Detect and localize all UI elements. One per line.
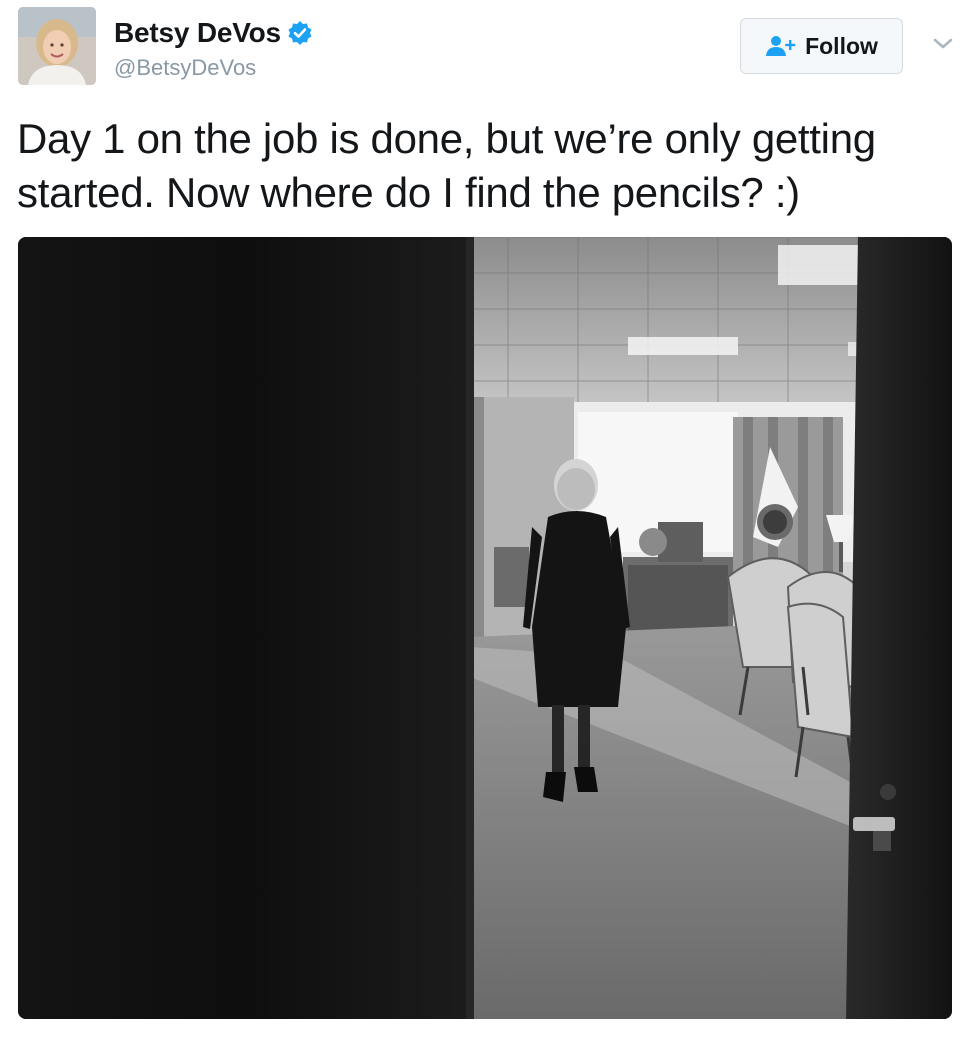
tweet-header: Betsy DeVos @BetsyDeVos Follow (0, 0, 980, 100)
tweet-text-line-2: started. Now where do I find the pencils… (17, 169, 800, 216)
name-row: Betsy DeVos (114, 17, 313, 49)
follow-button[interactable]: Follow (740, 18, 903, 74)
add-user-icon (765, 35, 797, 57)
verified-badge-icon (287, 20, 313, 46)
user-handle[interactable]: @BetsyDeVos (114, 55, 256, 81)
tweet-text-line-1: Day 1 on the job is done, but we’re only… (17, 115, 876, 162)
display-name[interactable]: Betsy DeVos (114, 17, 281, 49)
avatar[interactable] (18, 7, 96, 85)
follow-button-label: Follow (805, 32, 878, 59)
chevron-down-icon[interactable] (930, 33, 956, 55)
tweet-text: Day 1 on the job is done, but we’re only… (17, 112, 957, 220)
tweet-photo[interactable] (18, 237, 952, 1019)
